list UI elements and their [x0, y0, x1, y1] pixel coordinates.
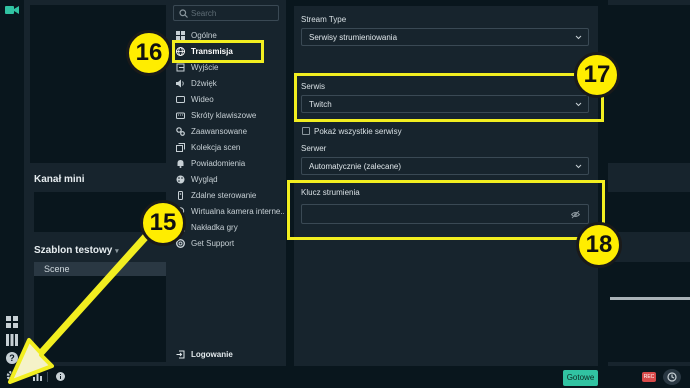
step-badge-15: 15 — [140, 200, 186, 246]
pointer-arrow — [8, 224, 156, 384]
